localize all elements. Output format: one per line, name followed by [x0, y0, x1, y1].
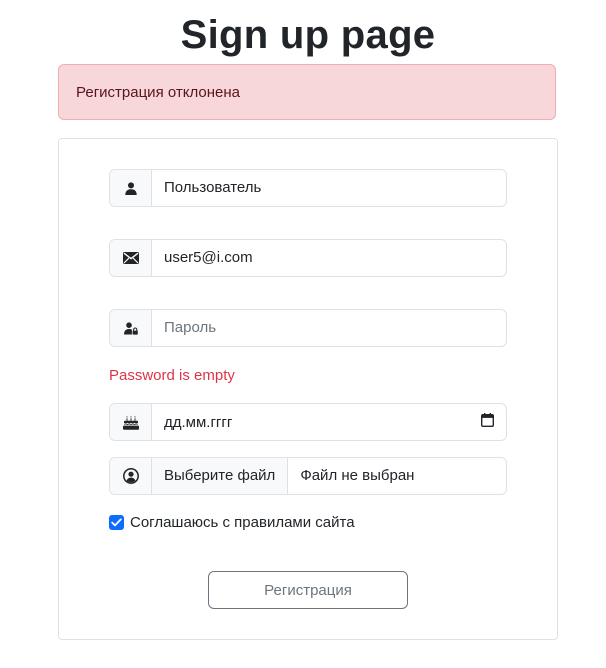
choose-file-button[interactable]: Выберите файл [152, 458, 289, 494]
agree-label[interactable]: Соглашаюсь с правилами сайта [130, 514, 355, 531]
file-name-label: Файл не выбран [300, 467, 415, 484]
envelope-icon [110, 240, 152, 276]
password-input[interactable] [152, 310, 506, 346]
page-title: Sign up page [180, 13, 436, 57]
username-group [109, 169, 507, 207]
calendar-icon[interactable] [480, 413, 495, 431]
user-icon [110, 170, 152, 206]
email-input[interactable] [152, 240, 506, 276]
register-button[interactable]: Регистрация [208, 571, 408, 609]
birthday-cake-icon [110, 404, 152, 440]
check-icon [111, 518, 122, 527]
error-alert: Регистрация отклонена [58, 64, 556, 120]
agree-checkbox[interactable] [109, 515, 124, 530]
agree-row: Соглашаюсь с правилами сайта [109, 514, 355, 531]
signup-card [58, 138, 558, 640]
password-error: Password is empty [109, 367, 235, 384]
email-group [109, 239, 507, 277]
birthdate-group: дд.мм.гггг [109, 403, 507, 441]
username-input[interactable] [152, 170, 506, 206]
user-lock-icon [110, 310, 152, 346]
avatar-group: Выберите файл Файл не выбран [109, 457, 507, 495]
password-group [109, 309, 507, 347]
user-circle-icon [110, 458, 152, 494]
birthdate-value: дд.мм.гггг [164, 413, 233, 431]
birthdate-input[interactable]: дд.мм.гггг [152, 404, 506, 440]
